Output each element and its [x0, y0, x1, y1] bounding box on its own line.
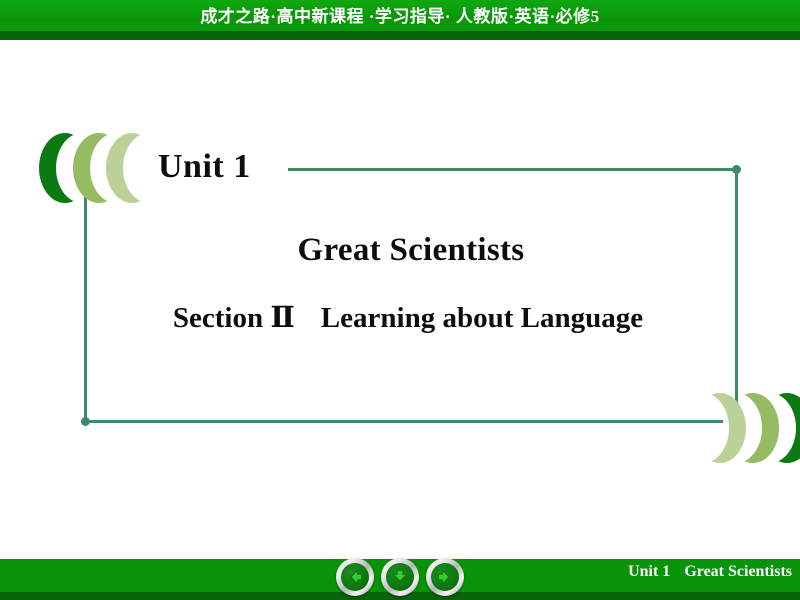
crescent-right-icon [694, 393, 800, 463]
down-button-inner [386, 563, 414, 591]
frame-top-line [288, 168, 738, 171]
frame-corner-dot-top-right [732, 165, 741, 174]
crescent-decoration-right [686, 393, 800, 463]
next-button[interactable] [426, 558, 464, 596]
slide-unit-label: Unit 1 [158, 148, 251, 185]
next-button-inner [431, 563, 459, 591]
header-bar-shadow-strip [0, 31, 800, 40]
slide-section-line: Section Ⅱ Learning about Language [8, 300, 800, 335]
slide-section-title: Learning about Language [320, 302, 644, 334]
arrow-left-icon [350, 569, 362, 585]
previous-button-inner [341, 563, 369, 591]
header-title: 成才之路·高中新课程 ·学习指导· 人教版·英语·必修5 [200, 7, 600, 26]
frame-corner-dot-bottom-left [81, 417, 90, 426]
crescent-left-icon [39, 133, 158, 203]
header-bar: 成才之路·高中新课程 ·学习指导· 人教版·英语·必修5 [0, 0, 800, 31]
arrow-down-icon [392, 570, 408, 582]
footer-unit-label: Unit 1 [628, 563, 671, 580]
footer-course-title: Great Scientists [684, 563, 792, 580]
slide-main-title: Great Scientists [297, 232, 525, 268]
crescent-decoration-left [36, 133, 166, 203]
navigation-buttons [336, 556, 464, 598]
arrow-right-icon [438, 569, 450, 585]
footer-title: Unit 1 Great Scientists [628, 563, 792, 581]
frame-bottom-line [84, 420, 723, 423]
frame-right-line [735, 168, 738, 426]
previous-button[interactable] [336, 558, 374, 596]
slide-section-label: Section Ⅱ [172, 302, 295, 334]
down-button[interactable] [381, 558, 419, 596]
